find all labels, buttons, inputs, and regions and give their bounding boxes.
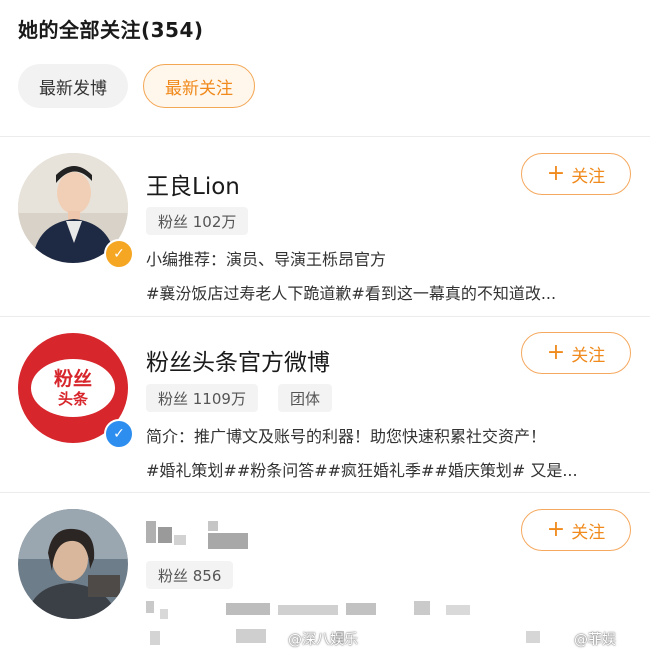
user-recent-post: #襄汾饭店过寿老人下跪道歉#看到这一幕真的不知道改... <box>146 284 557 303</box>
verified-badge-icon: ✓ <box>104 239 134 269</box>
user-name[interactable]: 王良Lion <box>146 167 240 201</box>
follow-button-label: 关注 <box>571 166 606 187</box>
plus-icon: + <box>546 517 566 542</box>
follow-button-label: 关注 <box>571 345 606 366</box>
page-title: 她的全部关注(354) <box>18 18 204 42</box>
user-recent-post: #婚礼策划##粉条问答##疯狂婚礼季##婚庆策划# 又是... <box>146 461 578 480</box>
watermark: @菲娱 <box>574 632 616 648</box>
avatar[interactable] <box>18 509 128 619</box>
redacted-text <box>146 597 632 655</box>
account-type-badge: 团体 <box>278 384 333 412</box>
fans-count-badge: 粉丝 1109万 <box>146 384 258 412</box>
plus-icon: + <box>546 340 566 365</box>
tab-latest-follows[interactable]: 最新关注 <box>143 64 255 108</box>
verified-badge-icon: ✓ <box>104 419 134 449</box>
logo-text: 粉丝 <box>53 367 92 390</box>
user-name[interactable]: 粉丝头条官方微博 <box>146 343 330 377</box>
follow-button-label: 关注 <box>571 522 606 543</box>
follow-list-item[interactable]: 粉丝 头条 ✓ 粉丝头条官方微博 粉丝 1109万 团体 简介：推广博文及账号的… <box>0 317 650 495</box>
watermark: @深八娱乐 <box>288 632 358 648</box>
fans-count-badge: 粉丝 856 <box>146 561 234 589</box>
logo-text: 头条 <box>57 389 88 408</box>
user-bio: 简介：推广博文及账号的利器！助您快速积累社交资产！ <box>146 427 547 446</box>
fans-count-badge: 粉丝 102万 <box>146 207 249 235</box>
user-recommendation: 小编推荐：演员、导演王栎昂官方 <box>146 250 387 269</box>
tab-latest-posts[interactable]: 最新发博 <box>18 64 128 108</box>
brand-logo: 粉丝 头条 <box>31 359 115 417</box>
follow-list-item[interactable]: ✓ 王良Lion 粉丝 102万 小编推荐：演员、导演王栎昂官方 #襄汾饭店过寿… <box>0 137 650 315</box>
follow-button[interactable]: + 关注 <box>521 153 631 195</box>
plus-icon: + <box>546 161 566 186</box>
user-name-redacted <box>146 517 256 553</box>
follow-button[interactable]: + 关注 <box>521 509 631 551</box>
follow-button[interactable]: + 关注 <box>521 332 631 374</box>
